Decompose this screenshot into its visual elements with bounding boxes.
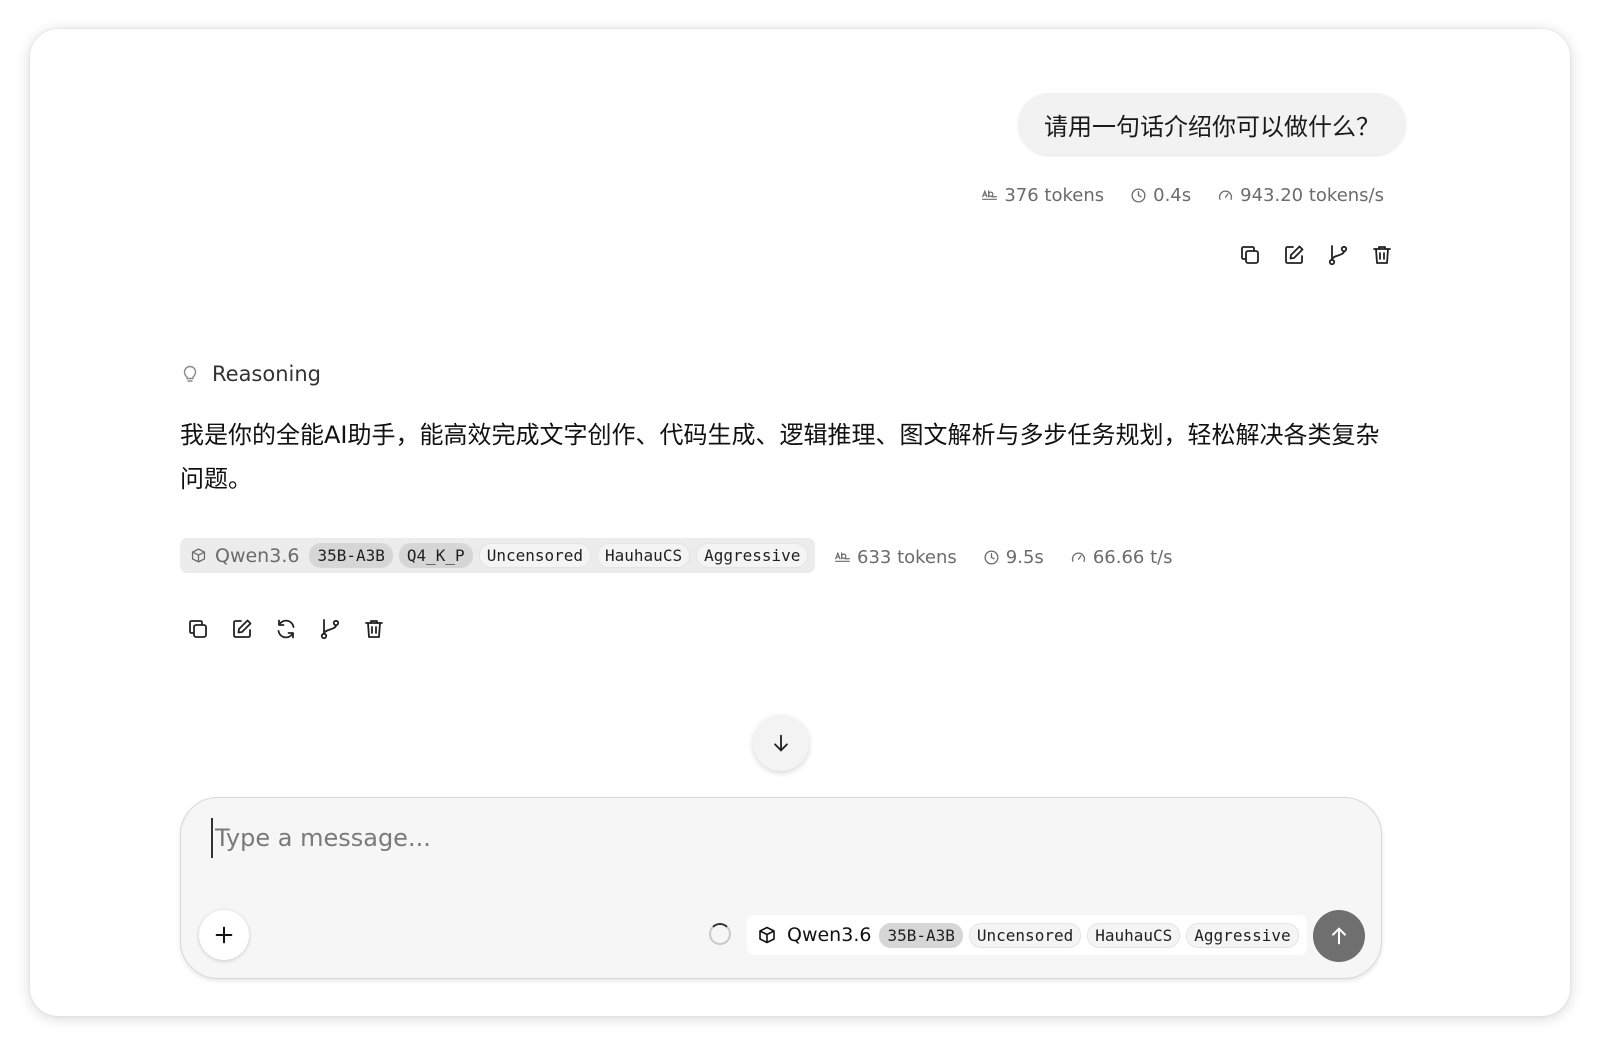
user-message-actions [1238, 243, 1394, 267]
assistant-message-actions [186, 617, 386, 641]
arrow-down-icon [774, 734, 788, 752]
edit-icon [233, 619, 252, 638]
speed-stat: 66.66 t/s [1070, 547, 1173, 568]
assistant-message-text: 我是你的全能AI助手，能高效完成文字创作、代码生成、逻辑推理、图文解析与多步任务… [180, 421, 1380, 493]
user-message-text: 请用一句话介绍你可以做什么？ [1044, 112, 1380, 141]
refresh-icon [277, 619, 295, 639]
chat-window: 请用一句话介绍你可以做什么？ 376 tokens 0.4s 943.20 to… [30, 29, 1570, 1016]
loading-spinner [709, 923, 731, 945]
regenerate-button[interactable] [274, 617, 298, 641]
reasoning-label: Reasoning [212, 362, 322, 386]
model-tag-size: 35B-A3B [879, 922, 963, 948]
plus-icon [215, 926, 233, 944]
clock-icon [1131, 188, 1146, 203]
user-message-bubble: 请用一句话介绍你可以做什么？ [1018, 93, 1406, 155]
token-count: 376 tokens [1004, 185, 1105, 206]
response-time: 0.4s [1153, 185, 1192, 206]
arrow-up-icon [1332, 927, 1346, 945]
scroll-to-bottom-button[interactable] [753, 715, 809, 771]
time-stat: 0.4s [1130, 185, 1191, 206]
trash-icon [1373, 246, 1391, 264]
edit-button[interactable] [1282, 243, 1306, 267]
copy-icon [189, 620, 207, 638]
token-count-stat: 633 tokens [834, 547, 957, 568]
selected-model-name: Qwen3.6 [787, 924, 872, 946]
branch-button[interactable] [1326, 243, 1350, 267]
gauge-icon [1219, 190, 1233, 200]
model-tag: Aggressive [1186, 922, 1299, 948]
delete-button[interactable] [362, 617, 386, 641]
attach-button[interactable] [199, 910, 249, 960]
token-count: 633 tokens [857, 547, 957, 568]
copy-icon [1241, 246, 1259, 264]
send-button[interactable] [1313, 910, 1365, 962]
reasoning-toggle[interactable]: Reasoning [180, 362, 321, 386]
token-count-stat: 376 tokens [981, 185, 1104, 206]
branch-button[interactable] [318, 617, 342, 641]
user-message-stats: 376 tokens 0.4s 943.20 tokens/s [981, 185, 1384, 206]
model-tag-quant: Q4_K_P [398, 543, 473, 568]
model-tag: Uncensored [968, 922, 1082, 948]
model-selector[interactable]: Qwen3.6 35B-A3B Uncensored HauhauCS Aggr… [747, 915, 1307, 955]
cube-icon [190, 547, 207, 564]
model-name: Qwen3.6 [215, 544, 300, 567]
model-tag: Uncensored [478, 543, 592, 568]
clock-icon [984, 550, 999, 565]
message-input[interactable] [211, 818, 1335, 858]
response-time: 9.5s [1005, 547, 1044, 568]
message-model-chip: Qwen3.6 35B-A3B Q4_K_P Uncensored Hauhau… [180, 538, 816, 573]
time-stat: 9.5s [983, 547, 1044, 568]
model-tag: Aggressive [696, 543, 809, 568]
trash-icon [365, 620, 383, 638]
lightbulb-icon [183, 365, 197, 382]
git-branch-icon [320, 619, 340, 640]
model-tag: HauhauCS [597, 543, 691, 568]
text-ab-icon [835, 551, 850, 562]
edit-button[interactable] [230, 617, 254, 641]
message-composer: Qwen3.6 35B-A3B Uncensored HauhauCS Aggr… [180, 797, 1382, 979]
gauge-icon [1071, 552, 1085, 562]
model-tag-size: 35B-A3B [309, 543, 393, 568]
copy-button[interactable] [1238, 243, 1262, 267]
git-branch-icon [1328, 245, 1348, 266]
model-tag: HauhauCS [1087, 922, 1181, 948]
delete-button[interactable] [1370, 243, 1394, 267]
speed-stat: 943.20 tokens/s [1217, 185, 1384, 206]
token-speed: 66.66 t/s [1092, 547, 1173, 568]
token-speed: 943.20 tokens/s [1240, 185, 1384, 206]
cube-icon [757, 925, 777, 945]
copy-button[interactable] [186, 617, 210, 641]
text-ab-icon [982, 189, 998, 200]
edit-icon [1285, 245, 1304, 264]
assistant-message-stats: 633 tokens 9.5s 66.66 t/s [834, 547, 1173, 568]
